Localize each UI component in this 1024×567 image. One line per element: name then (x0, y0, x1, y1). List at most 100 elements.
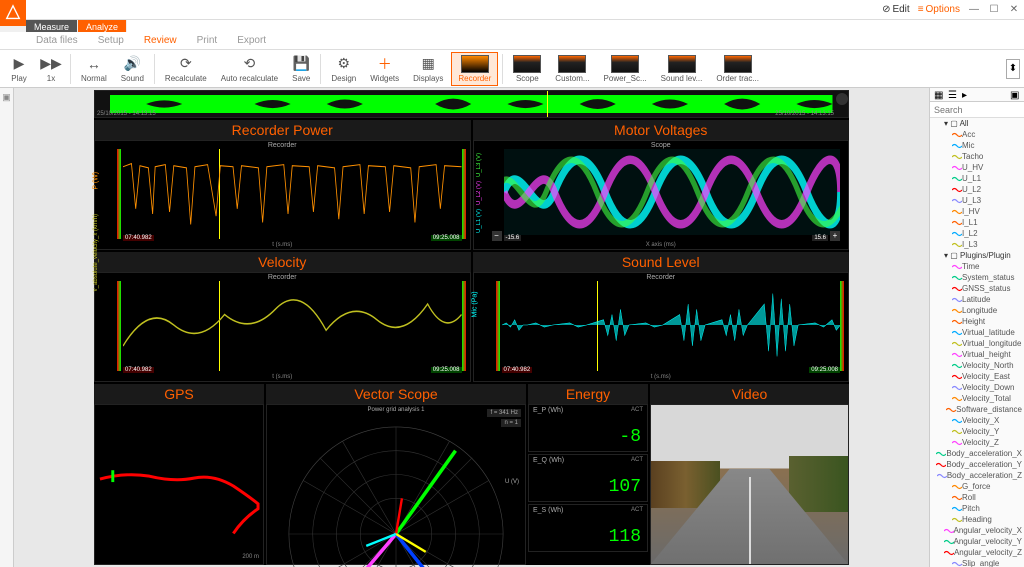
tree-item[interactable]: GNSS_status (930, 283, 1024, 294)
tab-analyze[interactable]: Analyze (78, 20, 127, 32)
app-logo[interactable] (0, 0, 26, 26)
menu-tab-setup[interactable]: Setup (88, 35, 134, 49)
display-thumb[interactable]: Order trac... (710, 53, 765, 85)
tree-item[interactable]: Virtual_longitude (930, 338, 1024, 349)
grid-icon[interactable]: ▦ (934, 90, 944, 100)
channel-panel: ▦ ☰ ▸ ▣ ▾ ▢ AllAccMicTachoU_HVU_L1U_L2U_… (929, 88, 1024, 567)
tree-item[interactable]: Slip_angle (930, 558, 1024, 567)
display-thumb[interactable]: Sound lev... (655, 53, 709, 85)
overview-timeline[interactable]: 25/10/2015 - 14:13:15 25/10/2015 - 14:13… (94, 90, 849, 118)
chart-sound-level[interactable]: Recorder Mic (Pa) t (s.ms) 07:40.982 09:… (473, 272, 850, 382)
gps-map[interactable]: 200 m (94, 404, 264, 565)
autorecalc-button[interactable]: ⟲Auto recalculate (215, 53, 284, 85)
recorder-button[interactable]: Recorder (451, 52, 498, 86)
tree-item[interactable]: U_L1 (930, 173, 1024, 184)
displays-button[interactable]: ▦Displays (407, 53, 449, 85)
tree-item[interactable]: Tacho (930, 151, 1024, 162)
overview-ts-left: 25/10/2015 - 14:13:15 (97, 111, 156, 117)
tree-item[interactable]: Time (930, 261, 1024, 272)
save-button[interactable]: 💾Save (286, 53, 316, 85)
channel-tree[interactable]: ▾ ▢ AllAccMicTachoU_HVU_L1U_L2U_L3I_HVI_… (930, 118, 1024, 567)
tree-item[interactable]: Angular_velocity_Y (930, 536, 1024, 547)
tree-item[interactable]: U_HV (930, 162, 1024, 173)
tree-item[interactable]: I_HV (930, 206, 1024, 217)
display-thumb[interactable]: Power_Sc... (598, 53, 653, 85)
search-input[interactable] (930, 102, 1024, 118)
tree-item[interactable]: Angular_velocity_Z (930, 547, 1024, 558)
tree-group[interactable]: ▾ ▢ Plugins/Plugin (930, 250, 1024, 261)
design-button[interactable]: ⚙Design (325, 53, 362, 85)
sound-button[interactable]: 🔊Sound (115, 53, 150, 85)
tree-item[interactable]: Velocity_Down (930, 382, 1024, 393)
pointer-icon[interactable]: ▸ (962, 90, 972, 100)
overview-ts-right: 25/10/2015 - 14:13:15 (775, 111, 834, 117)
panel-recorder-power: Recorder Power Recorder P (W) t (s.ms) 0… (94, 120, 471, 250)
edit-link[interactable]: ⊘ Edit (882, 4, 910, 15)
tree-item[interactable]: Velocity_Total (930, 393, 1024, 404)
list-icon[interactable]: ☰ (948, 90, 958, 100)
tree-item[interactable]: Pitch (930, 503, 1024, 514)
tree-item[interactable]: Velocity_North (930, 360, 1024, 371)
left-rail-toggle[interactable]: ▣ (2, 92, 11, 103)
tree-item[interactable]: Height (930, 316, 1024, 327)
menu-tab-export[interactable]: Export (227, 35, 276, 49)
play-button[interactable]: ▶Play (4, 53, 34, 85)
video-frame[interactable] (650, 404, 849, 565)
tree-item[interactable]: Latitude (930, 294, 1024, 305)
tree-item[interactable]: I_L2 (930, 228, 1024, 239)
zoom-in-icon[interactable]: − (492, 231, 502, 241)
options-link[interactable]: ≡ Options (918, 4, 960, 15)
tree-item[interactable]: U_L2 (930, 184, 1024, 195)
panel-velocity: Velocity Recorder v_absolute_velocity_x … (94, 252, 471, 382)
tab-measure[interactable]: Measure (26, 20, 78, 32)
zoom-out-icon[interactable]: + (830, 231, 840, 241)
speed-button[interactable]: ▶▶1x (36, 53, 66, 85)
vcursor-icon[interactable]: ⬍ (1006, 59, 1020, 79)
tree-item[interactable]: System_status (930, 272, 1024, 283)
display-thumb[interactable]: Scope (507, 53, 547, 85)
tree-item[interactable]: Longitude (930, 305, 1024, 316)
dashboard-canvas: 25/10/2015 - 14:13:15 25/10/2015 - 14:13… (14, 88, 929, 567)
maximize-button[interactable]: ☐ (988, 4, 1000, 16)
normal-button[interactable]: ↔Normal (75, 53, 113, 85)
tree-item[interactable]: Virtual_height (930, 349, 1024, 360)
tree-item[interactable]: Body_acceleration_X (930, 448, 1024, 459)
menu-tab-review[interactable]: Review (134, 35, 187, 49)
tree-item[interactable]: I_L3 (930, 239, 1024, 250)
chart-motor-voltages[interactable]: Scope U_L3 (V) U_L (473, 140, 850, 250)
tree-item[interactable]: Velocity_Z (930, 437, 1024, 448)
clock-icon[interactable] (836, 93, 848, 105)
tree-item[interactable]: Heading (930, 514, 1024, 525)
minimize-button[interactable]: — (968, 4, 980, 16)
tree-item[interactable]: Software_distance (930, 404, 1024, 415)
display-thumb[interactable]: Custom... (549, 53, 595, 85)
tree-item[interactable]: Velocity_X (930, 415, 1024, 426)
tree-item[interactable]: Mic (930, 140, 1024, 151)
close-button[interactable]: ✕ (1008, 4, 1020, 16)
energy-item[interactable]: E_Q (Wh)ACT107 (528, 454, 648, 502)
tree-item[interactable]: Angular_velocity_X (930, 525, 1024, 536)
tree-item[interactable]: Velocity_East (930, 371, 1024, 382)
tree-group[interactable]: ▾ ▢ All (930, 118, 1024, 129)
tree-item[interactable]: Acc (930, 129, 1024, 140)
energy-item[interactable]: E_S (Wh)ACT118 (528, 504, 648, 552)
tree-item[interactable]: G_force (930, 481, 1024, 492)
chart-velocity[interactable]: Recorder v_absolute_velocity_x (km/h) t … (94, 272, 471, 382)
energy-item[interactable]: E_P (Wh)ACT-8 (528, 404, 648, 452)
tree-item[interactable]: Body_acceleration_Y (930, 459, 1024, 470)
widgets-button[interactable]: ＋Widgets (364, 53, 405, 85)
panel-vector-scope: Vector Scope Power grid analysis 1 f = 3… (266, 384, 526, 565)
menu-tab-print[interactable]: Print (187, 35, 228, 49)
chart-recorder-power[interactable]: Recorder P (W) t (s.ms) 07:40.982 09:25.… (94, 140, 471, 250)
tree-item[interactable]: Virtual_latitude (930, 327, 1024, 338)
tree-item[interactable]: U_L3 (930, 195, 1024, 206)
tree-item[interactable]: I_L1 (930, 217, 1024, 228)
ribbon-tabs: Data filesSetupReviewPrintExport (0, 32, 1024, 50)
tree-item[interactable]: Body_acceleration_Z (930, 470, 1024, 481)
tree-item[interactable]: Velocity_Y (930, 426, 1024, 437)
recalc-button[interactable]: ⟳Recalculate (159, 53, 213, 85)
collapse-icon[interactable]: ▣ (1010, 90, 1020, 100)
vector-scope[interactable]: Power grid analysis 1 f = 341 Hz n = 1 (266, 404, 526, 565)
tree-item[interactable]: Roll (930, 492, 1024, 503)
menu-tab-data-files[interactable]: Data files (26, 35, 88, 49)
